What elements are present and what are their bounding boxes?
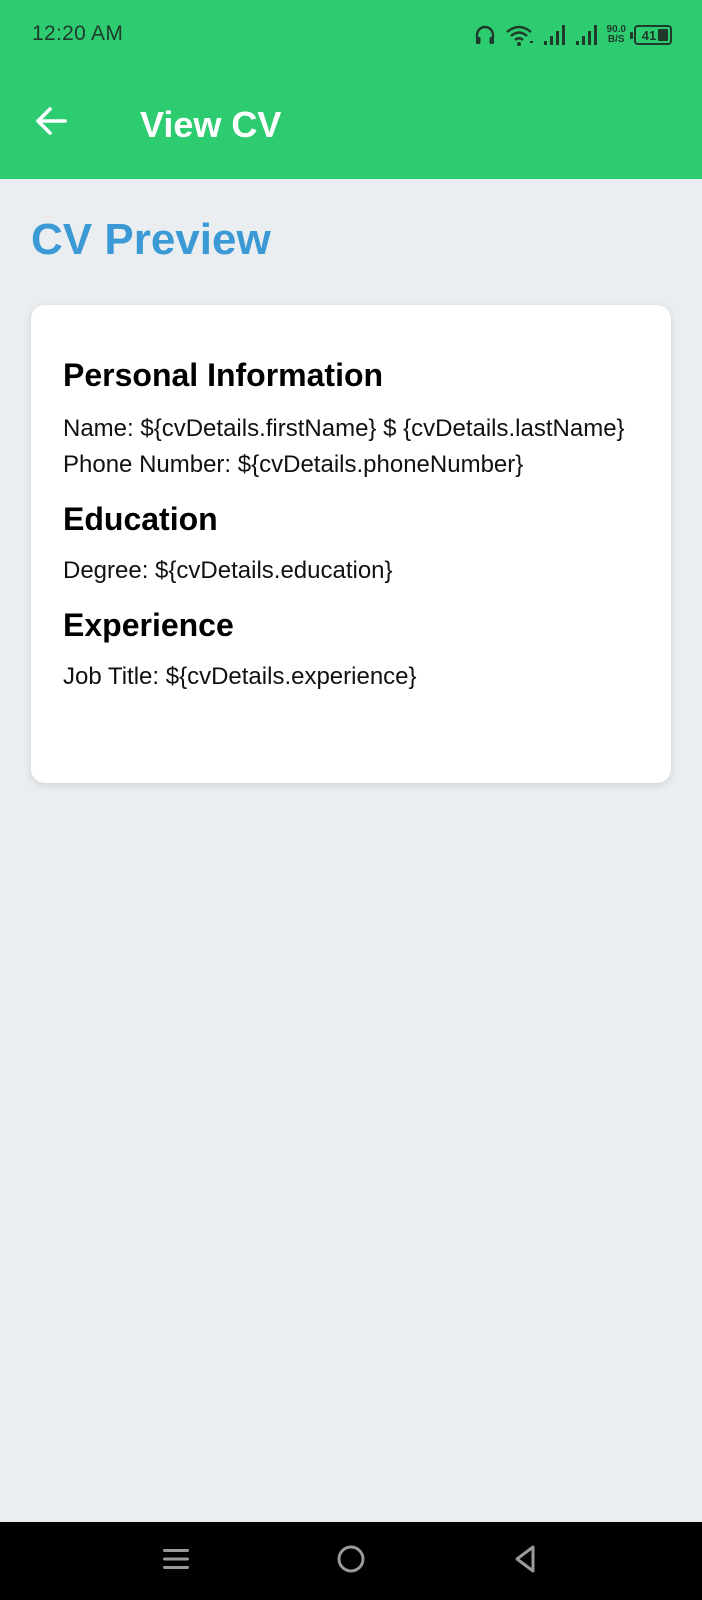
phone-field: Phone Number: ${cvDetails.phoneNumber} <box>63 451 524 478</box>
arrow-left-icon <box>32 102 70 145</box>
status-time: 12:20 AM <box>32 22 124 45</box>
personal-info-heading: Personal Information <box>63 357 384 393</box>
home-circle-icon <box>335 1543 367 1580</box>
network-speed: 90.0 B/S <box>607 25 626 45</box>
network-speed-unit: B/S <box>607 34 625 45</box>
experience-heading: Experience <box>63 607 234 643</box>
battery-fill <box>658 29 668 41</box>
menu-icon <box>161 1544 191 1579</box>
education-heading: Education <box>63 501 218 537</box>
back-triangle-icon <box>511 1543 541 1580</box>
battery-icon: 41 <box>630 25 672 45</box>
headset-icon <box>473 23 497 47</box>
signal-icon <box>575 23 599 47</box>
job-title-field: Job Title: ${cvDetails.experience} <box>63 663 417 690</box>
page-title: CV Preview <box>31 215 271 264</box>
degree-field: Degree: ${cvDetails.education} <box>63 557 393 584</box>
system-back-button[interactable] <box>506 1541 546 1581</box>
recent-apps-button[interactable] <box>156 1541 196 1581</box>
app-header: 12:20 AM 90.0 B/S 41 View CV <box>0 0 702 179</box>
screen: 12:20 AM 90.0 B/S 41 View CV CV Preview … <box>0 0 702 1600</box>
cv-preview-card: Personal Information Name: ${cvDetails.f… <box>31 305 671 783</box>
home-button[interactable] <box>331 1541 371 1581</box>
system-nav-bar <box>0 1522 702 1600</box>
app-bar-title: View CV <box>140 104 282 145</box>
back-button[interactable] <box>30 102 72 144</box>
signal-icon <box>543 23 567 47</box>
battery-level: 41 <box>641 27 657 43</box>
wifi-icon <box>505 23 535 47</box>
status-icons: 90.0 B/S 41 <box>473 20 672 50</box>
name-field: Name: ${cvDetails.firstName} $ {cvDetail… <box>63 415 625 442</box>
